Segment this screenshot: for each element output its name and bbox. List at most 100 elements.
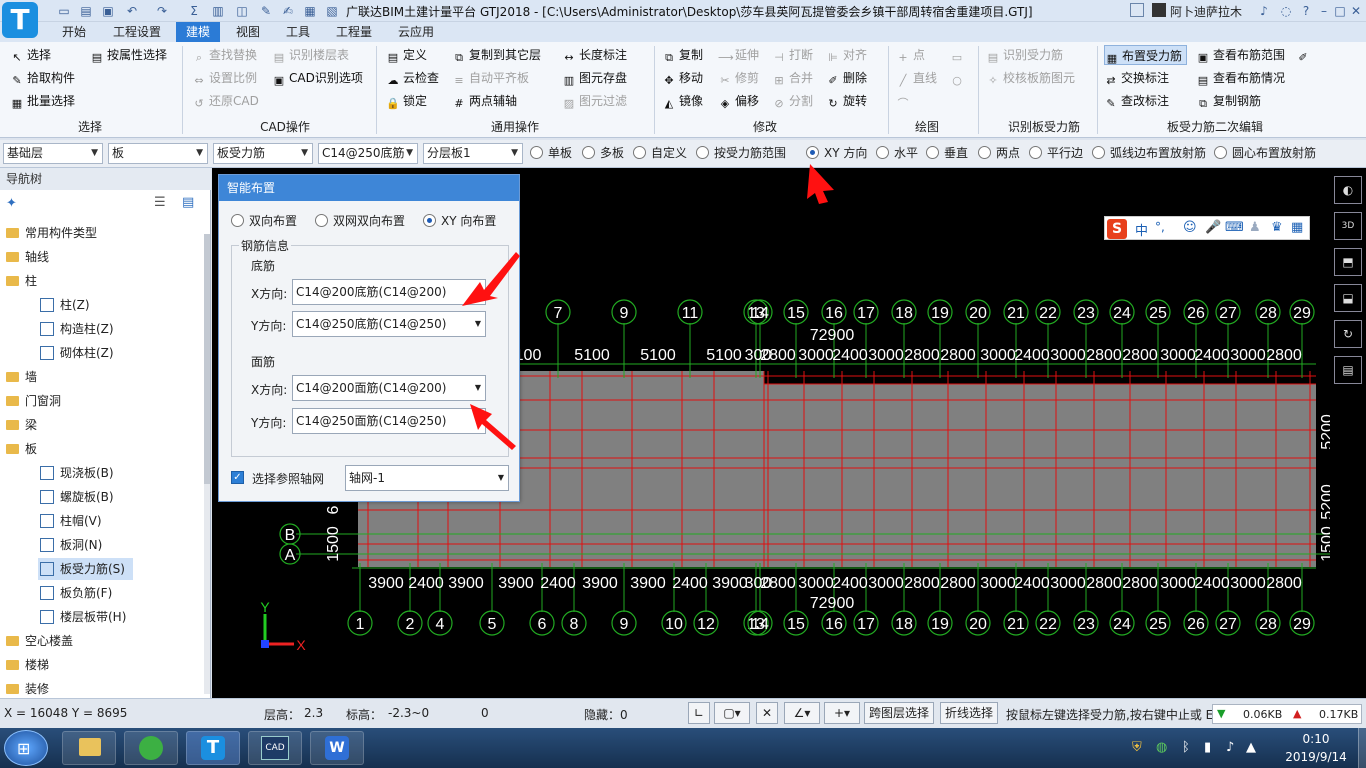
top-x-select[interactable]: C14@200面筋(C14@200) ▼ [292,375,486,401]
taskbar-explorer[interactable] [62,731,116,765]
copy-to-other-floor-button[interactable]: ⧉ 复制到其它层 [452,45,541,65]
batch-select-button[interactable]: ▦ 批量选择 [10,91,75,111]
nav-scrollbar-thumb[interactable] [204,234,210,484]
rebar-select[interactable]: C14@250底筋 ▼ [318,143,418,164]
auto-flush-slab-button[interactable]: ≡ 自动平齐板 [452,68,529,88]
check-slab-rebar-button[interactable]: ✧ 校核板筋图元 [986,68,1075,88]
emoji-icon[interactable]: ☺ [1183,220,1197,235]
tab-project-settings[interactable]: 工程设置 [103,22,171,42]
tree-view-icon[interactable]: ▤ [182,195,194,210]
top-y-input[interactable]: C14@250面筋(C14@250) [292,408,486,434]
radio-single-slab[interactable]: 单板 [530,145,572,161]
trim-button[interactable]: ✂ 修剪 [718,68,759,88]
tree-leaf-item[interactable]: 楼层板带(H) [40,606,126,628]
tree-folder-item[interactable]: 板 [6,438,37,460]
tree-leaf-item[interactable]: 板受力筋(S) [38,558,133,580]
avatar[interactable] [1152,3,1166,17]
pick-component-button[interactable]: ✎ 拾取构件 [10,68,75,88]
view-3d-icon[interactable]: 3D [1334,212,1362,240]
tree-leaf-item[interactable]: 柱(Z) [40,294,90,316]
radio-xy-layout[interactable]: XY 向布置 [423,213,496,229]
delete-button[interactable]: ✐ 删除 [826,68,867,88]
tab-start[interactable]: 开始 [52,22,96,42]
select-button[interactable]: ↖ 选择 [10,45,51,65]
radio-vertical[interactable]: 垂直 [926,145,968,161]
find-replace-button[interactable]: ⌕ 查找替换 [192,45,257,65]
view-rotate-icon[interactable]: ↻ [1334,320,1362,348]
tree-folder-item[interactable]: 门窗洞 [6,390,61,412]
tab-modeling[interactable]: 建模 [176,22,221,42]
radio-by-rebar-range[interactable]: 按受力筋范围 [696,145,786,161]
edit-label-button[interactable]: ✎ 查改标注 [1104,91,1169,111]
cross-layer-select-button[interactable]: 跨图层选择 [864,702,935,724]
skin-icon[interactable]: ♛ [1271,220,1283,235]
edit-icon[interactable]: ✍ [280,3,296,19]
view-sphere-icon[interactable]: ◐ [1334,176,1362,204]
radio-double-net[interactable]: 双网双向布置 [315,213,405,229]
copy-button[interactable]: ⧉ 复制 [662,45,703,65]
floor-select[interactable]: 基础层 ▼ [3,143,103,164]
split-button[interactable]: ⊘ 分割 [772,91,813,111]
polyline-select-button[interactable]: 折线选择 [940,702,999,724]
radio-xy-direction[interactable]: XY 方向 [806,145,867,161]
app-logo[interactable]: T [2,2,38,38]
tab-cloud[interactable]: 云应用 [388,22,444,42]
component-subtype-select[interactable]: 板受力筋 ▼ [213,143,313,164]
move-button[interactable]: ✥ 移动 [662,68,703,88]
cloud-check-button[interactable]: ☁ 云检查 [386,68,440,88]
view-rebar-status-button[interactable]: ▤ 查看布筋情况 [1196,68,1285,88]
offset-snap-icon[interactable]: +▾ [824,702,860,724]
ime-punct-mode[interactable]: °, [1155,220,1165,234]
chart-icon[interactable]: ▧ [324,3,340,19]
tree-folder-item[interactable]: 装修 [6,678,49,700]
microphone-icon[interactable]: 🎤 [1205,220,1221,235]
two-point-aux-axis-button[interactable]: # 两点辅轴 [452,91,517,111]
minimize-icon[interactable]: – [1316,3,1332,19]
view-top-icon[interactable]: ⬒ [1334,248,1362,276]
tree-folder-item[interactable]: 常用构件类型 [6,222,97,244]
radio-center-radial[interactable]: 圆心布置放射筋 [1214,145,1316,161]
tree-folder-item[interactable]: 空心楼盖 [6,630,73,652]
snap-box-icon[interactable]: ▢▾ [714,702,750,724]
taskbar-cad[interactable]: CAD [248,731,302,765]
help-icon[interactable]: ? [1298,3,1314,19]
volume-icon[interactable]: ♪ [1226,740,1234,755]
tab-view[interactable]: 视图 [226,22,270,42]
radio-parallel-edge[interactable]: 平行边 [1029,145,1083,161]
extend-button[interactable]: ⟶延伸 [718,45,759,65]
ime-chinese-mode[interactable]: 中 [1135,220,1148,239]
sogou-icon[interactable]: S [1107,219,1127,239]
tree-leaf-item[interactable]: 板洞(N) [40,534,102,556]
angle-icon[interactable]: ∠▾ [784,702,820,724]
component-type-select[interactable]: 板 ▼ [108,143,208,164]
copy-rebar-button[interactable]: ⧉ 复制钢筋 [1196,91,1261,111]
tree-leaf-item[interactable]: 板负筋(F) [40,582,112,604]
pin-icon[interactable]: ✦ [6,196,17,211]
calc-icon[interactable]: ▥ [210,3,226,19]
radio-arc-radial[interactable]: 弧线边布置放射筋 [1092,145,1206,161]
grid-icon[interactable]: ▦ [302,3,318,19]
view-icon[interactable]: ◫ [234,3,250,19]
taskbar-gtj[interactable]: T [186,731,240,765]
view-rebar-range-button[interactable]: ▣ 查看布筋范围 [1196,45,1285,65]
close-icon[interactable]: ✕ [1348,3,1364,19]
align-button[interactable]: ⊫ 对齐 [826,45,867,65]
toolbox-icon[interactable]: ▦ [1291,220,1303,235]
axis-grid-select[interactable]: 轴网-1 ▼ [345,465,509,491]
rotate-button[interactable]: ↻ 旋转 [826,91,867,111]
merge-button[interactable]: ⊞ 合并 [772,68,813,88]
new-file-icon[interactable]: ▭ [56,3,72,19]
tree-folder-item[interactable]: 墙 [6,366,37,388]
show-desktop-button[interactable] [1358,728,1366,768]
pencil-icon[interactable]: ✎ [258,3,274,19]
recognize-floor-table-button[interactable]: ▤ 识别楼层表 [272,45,349,65]
clock-time[interactable]: 0:10 [1286,732,1346,746]
sum-icon[interactable]: Σ [186,3,202,19]
circle-button[interactable]: ○ [950,68,967,88]
chat-icon[interactable]: ◌ [1278,3,1294,19]
list-view-icon[interactable]: ☰ [154,195,166,210]
tree-leaf-item[interactable]: 螺旋板(B) [40,486,114,508]
tree-folder-item[interactable]: 梁 [6,414,37,436]
device-icon[interactable]: ▮ [1204,740,1211,755]
tree-leaf-item[interactable]: 柱帽(V) [40,510,102,532]
